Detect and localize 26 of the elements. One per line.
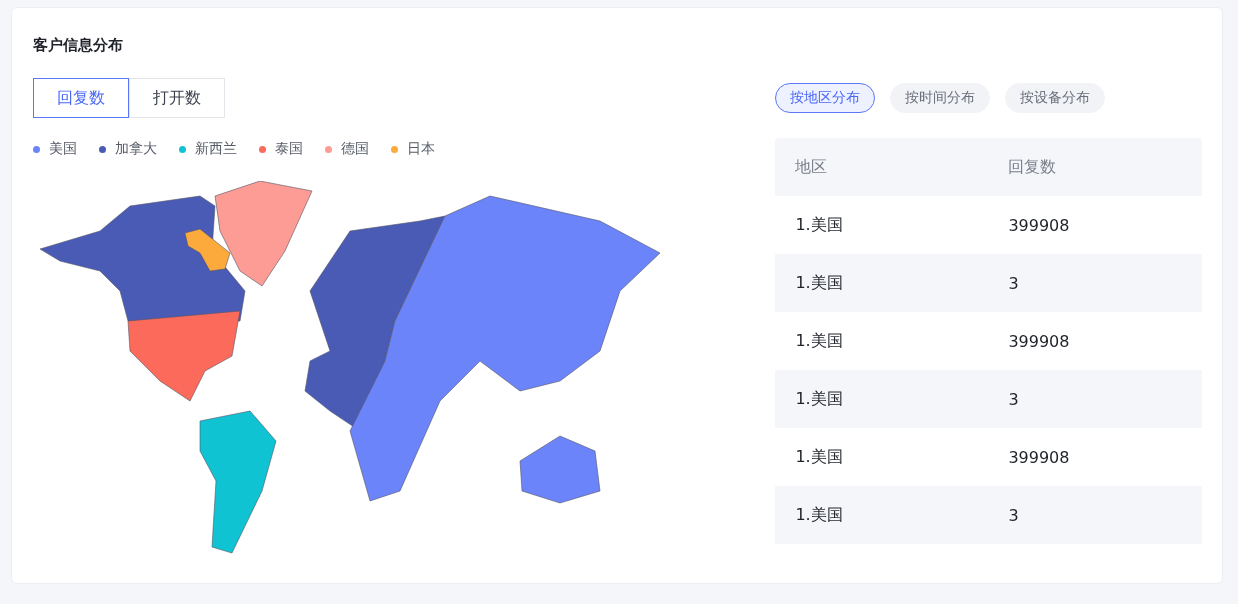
view-tab[interactable]: 按设备分布	[1005, 83, 1106, 113]
table-cell-text: 1.美国	[795, 504, 844, 526]
table-cell: 3	[1008, 505, 1019, 525]
table-cell-text: 1.美国	[795, 330, 844, 352]
table-cell-text: 1.美国	[795, 214, 844, 236]
table-cell: 399908	[1008, 215, 1070, 235]
legend-label: 新西兰	[195, 140, 237, 158]
legend-label: 泰国	[275, 140, 303, 158]
table-cell-text: 1.美国	[795, 272, 844, 294]
metric-tab[interactable]: 回复数	[33, 78, 129, 118]
table-cell: 399908	[1008, 331, 1070, 351]
view-tab[interactable]: 按地区分布	[775, 83, 876, 113]
legend-label: 加拿大	[115, 140, 157, 158]
column-header: 回复数	[1008, 156, 1057, 178]
table-cell: 3	[1008, 389, 1019, 409]
legend-label: 德国	[341, 140, 369, 158]
card-title: 客户信息分布	[33, 36, 123, 54]
table-cell-text: 1.美国	[795, 388, 844, 410]
table-cell: 399908	[1008, 447, 1070, 467]
metric-tab[interactable]: 打开数	[129, 78, 225, 118]
view-tab[interactable]: 按时间分布	[890, 83, 991, 113]
legend-label: 美国	[49, 140, 77, 158]
column-header: 地区	[795, 156, 829, 178]
table-cell-text: 1.美国	[795, 446, 844, 468]
table-cell: 3	[1008, 273, 1019, 293]
legend-label: 日本	[407, 140, 435, 158]
